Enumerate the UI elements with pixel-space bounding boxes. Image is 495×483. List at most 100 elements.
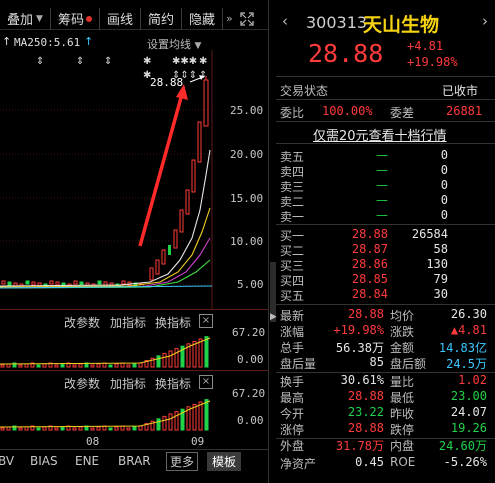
quote-panel: ‹ 300313 天山生物 › 28.88 +4.81 +19.98% 交易状态… bbox=[276, 0, 495, 483]
stat-value: -5.26% bbox=[443, 455, 487, 469]
switch-indicator-button[interactable]: 换指标 bbox=[155, 314, 191, 331]
ma250-value: MA250:5.61 bbox=[14, 36, 81, 49]
change-params-button[interactable]: 改参数 bbox=[64, 314, 100, 331]
svg-text:✱: ✱ bbox=[143, 56, 151, 67]
divider bbox=[276, 304, 495, 305]
candlestick-chart[interactable]: ⇕ ⇕ ⇕ ✱ ✱✱✱ ✱ ✱ ⇕⇕⇕ ⇕ 28.88 bbox=[0, 50, 268, 310]
bar bbox=[6, 426, 11, 431]
add-indicator-button[interactable]: 加指标 bbox=[110, 375, 146, 392]
peak-price-label: 28.88 bbox=[150, 76, 183, 89]
wei-cha-value: 26881 bbox=[446, 104, 483, 118]
divider bbox=[0, 370, 268, 371]
stat-value: +19.98% bbox=[333, 323, 384, 337]
divider bbox=[276, 121, 495, 122]
stat-value: 56.38万 bbox=[335, 341, 384, 355]
divider bbox=[276, 99, 495, 100]
bar bbox=[174, 411, 179, 431]
tab-bv[interactable]: BV bbox=[0, 454, 14, 468]
toolbar-more-button[interactable]: » bbox=[223, 8, 236, 30]
bar bbox=[72, 364, 77, 368]
stat-label: 均价 bbox=[390, 309, 415, 323]
bar bbox=[24, 363, 29, 368]
bar bbox=[54, 427, 59, 431]
stat-row: 外盘 31.78万 内盘 24.60万 bbox=[276, 437, 495, 453]
stat-value: 28.88 bbox=[347, 389, 384, 403]
chart-toolbar: 叠加 ▼ 筹码 画线 简约 隐藏 » bbox=[0, 7, 268, 30]
stat-row: 最高 28.88 最低 23.00 bbox=[276, 389, 495, 405]
expand-button[interactable] bbox=[236, 8, 258, 30]
next-stock-icon[interactable]: › bbox=[482, 12, 488, 30]
toolbar-overlay-label: 叠加 bbox=[7, 13, 34, 28]
tab-brar[interactable]: BRAR bbox=[118, 454, 151, 468]
stat-value: 1.02 bbox=[458, 373, 487, 387]
bar bbox=[42, 426, 47, 431]
chevron-down-icon: ▼ bbox=[36, 13, 43, 24]
ma-indicator-row: ↑ MA250:5.61 ↑ 设置均线 ▼ bbox=[0, 35, 268, 51]
stat-row: 今开 23.22 昨收 24.07 bbox=[276, 405, 495, 421]
ask-row: 卖二 —0 bbox=[280, 193, 448, 209]
bar bbox=[114, 426, 119, 431]
stat-label: ROE bbox=[390, 455, 416, 469]
kline-chart-panel[interactable]: 叠加▼ 筹码 画线 简约 隐藏 » ↑ MA250:5.61 ↑ 设置均线 ▼ bbox=[0, 0, 268, 483]
bar bbox=[204, 336, 209, 368]
x-tick-label: 08 bbox=[86, 435, 100, 448]
stat-label: 涨停 bbox=[280, 423, 305, 437]
tab-bias[interactable]: BIAS bbox=[30, 454, 58, 468]
stat-value: 23.22 bbox=[347, 405, 384, 419]
switch-indicator-button[interactable]: 换指标 bbox=[155, 375, 191, 392]
stat-label: 跌停 bbox=[390, 423, 415, 437]
candle bbox=[121, 280, 126, 285]
ask-row: 卖四 —0 bbox=[280, 163, 448, 179]
price-change: +4.81 bbox=[407, 39, 444, 53]
close-icon[interactable]: × bbox=[199, 375, 213, 389]
bar bbox=[108, 427, 113, 431]
bar bbox=[60, 363, 65, 368]
prev-stock-icon[interactable]: ‹ bbox=[282, 12, 288, 30]
price-change-block: +4.81 +19.98% bbox=[407, 38, 458, 70]
more-icon: » bbox=[226, 12, 233, 25]
stat-value: 0.45 bbox=[355, 455, 384, 469]
panel-splitter[interactable]: ▶ bbox=[268, 0, 277, 483]
toolbar-chips-button[interactable]: 筹码 bbox=[51, 7, 100, 30]
tab-ene[interactable]: ENE bbox=[75, 454, 99, 468]
annotation-arrow bbox=[138, 84, 188, 247]
more-tabs-button[interactable]: 更多 bbox=[166, 452, 199, 471]
level2-upgrade-link[interactable]: 仅需20元查看十档行情 bbox=[313, 125, 447, 144]
y-tick-label: 67.20 bbox=[232, 326, 266, 339]
bid-row: 买一 28.88 26584 bbox=[280, 227, 448, 243]
expand-icon bbox=[240, 11, 254, 26]
volume-chart[interactable] bbox=[0, 330, 212, 368]
trade-status: 已收市 bbox=[442, 84, 479, 98]
indicator-chart[interactable] bbox=[0, 391, 212, 431]
arrow-up-icon: ↑ bbox=[84, 35, 94, 48]
bar bbox=[90, 364, 95, 368]
bar bbox=[36, 364, 41, 368]
indicator-tabs: BV BIAS ENE BRAR 更多 模板 bbox=[0, 451, 268, 471]
stat-row: 净资产 0.45 ROE -5.26% bbox=[276, 455, 495, 471]
bar bbox=[192, 340, 197, 368]
candle bbox=[1, 280, 6, 285]
stat-row: 涨停 28.88 跌停 19.26 bbox=[276, 421, 495, 437]
stat-label: 涨幅 bbox=[280, 325, 305, 339]
bar bbox=[162, 415, 167, 431]
template-button[interactable]: 模板 bbox=[207, 452, 242, 471]
toolbar-hide-button[interactable]: 隐藏 bbox=[182, 7, 223, 30]
toolbar-simple-button[interactable]: 简约 bbox=[141, 7, 182, 30]
stat-label: 净资产 bbox=[280, 457, 317, 471]
toolbar-draw-button[interactable]: 画线 bbox=[100, 7, 141, 30]
stat-label: 外盘 bbox=[280, 439, 305, 453]
bar bbox=[96, 426, 101, 431]
bar bbox=[156, 355, 161, 368]
change-params-button[interactable]: 改参数 bbox=[64, 375, 100, 392]
close-icon[interactable]: × bbox=[199, 314, 213, 328]
add-indicator-button[interactable]: 加指标 bbox=[110, 314, 146, 331]
candle bbox=[25, 280, 30, 285]
stat-value: 31.78万 bbox=[335, 439, 384, 453]
toolbar-overlay-button[interactable]: 叠加 ▼ bbox=[0, 7, 51, 30]
bar bbox=[192, 403, 197, 431]
stat-label: 昨收 bbox=[390, 407, 415, 421]
stat-row: 涨幅 +19.98% 涨跌 ▲4.81 bbox=[276, 323, 495, 339]
bar bbox=[114, 363, 119, 368]
bar bbox=[138, 425, 143, 431]
stat-label: 今开 bbox=[280, 407, 305, 421]
